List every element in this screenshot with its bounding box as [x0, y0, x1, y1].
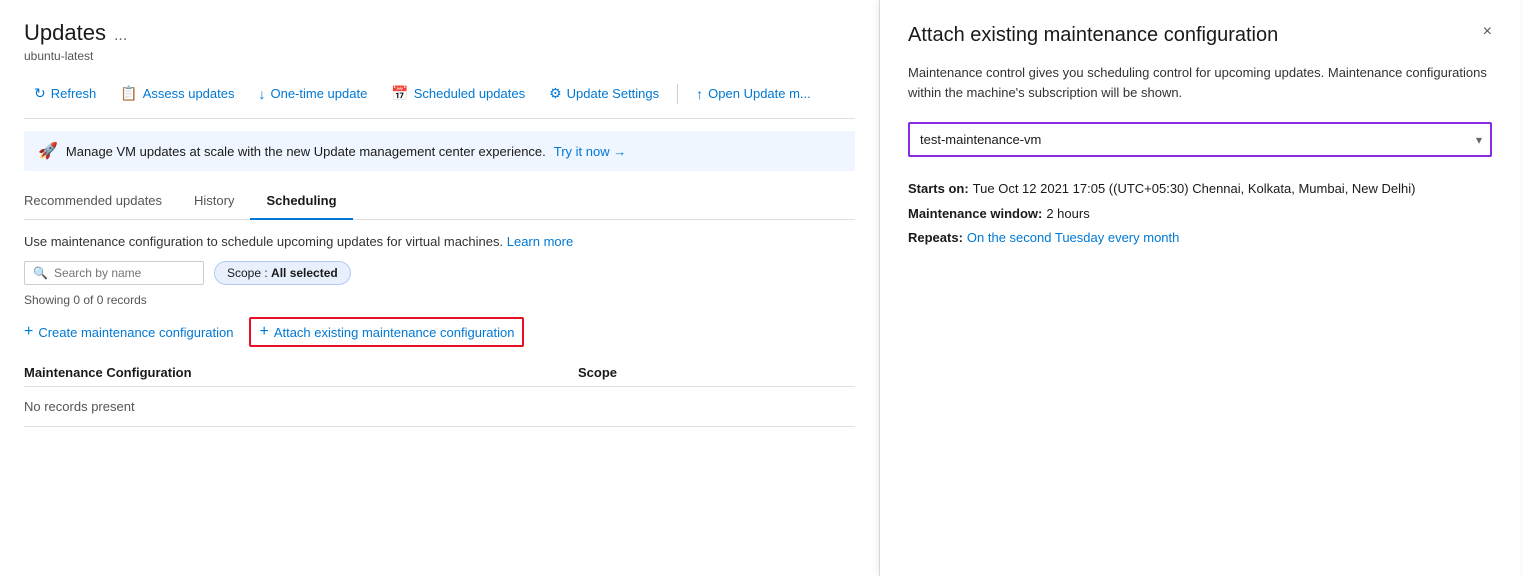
panel-description: Maintenance control gives you scheduling… — [908, 63, 1492, 102]
clipboard-icon: 📋 — [120, 85, 137, 102]
onetime-update-button[interactable]: ↓ One-time update — [248, 80, 377, 108]
section-description: Use maintenance configuration to schedul… — [24, 234, 855, 249]
filter-row: 🔍 Scope : All selected — [24, 261, 855, 285]
maintenance-window-row: Maintenance window: 2 hours — [908, 202, 1492, 227]
arrow-up-icon: ↑ — [696, 86, 703, 102]
gear-icon: ⚙ — [549, 85, 562, 102]
page-title: Updates — [24, 20, 106, 46]
update-settings-button[interactable]: ⚙ Update Settings — [539, 79, 669, 108]
repeats-value: On the second Tuesday every month — [967, 226, 1179, 251]
info-banner: 🚀 Manage VM updates at scale with the ne… — [24, 131, 855, 171]
scope-filter-badge[interactable]: Scope : All selected — [214, 261, 351, 285]
search-box[interactable]: 🔍 — [24, 261, 204, 285]
starts-on-value: Tue Oct 12 2021 17:05 ((UTC+05:30) Chenn… — [973, 177, 1416, 202]
panel-title: Attach existing maintenance configuratio… — [908, 24, 1483, 47]
try-it-now-link[interactable]: Try it now → — [554, 144, 626, 159]
starts-on-row: Starts on: Tue Oct 12 2021 17:05 ((UTC+0… — [908, 177, 1492, 202]
right-panel: Attach existing maintenance configuratio… — [880, 0, 1520, 576]
refresh-button[interactable]: ↻ Refresh — [24, 79, 106, 108]
rocket-icon: 🚀 — [38, 141, 58, 161]
repeats-label: Repeats: — [908, 226, 963, 251]
repeats-row: Repeats: On the second Tuesday every mon… — [908, 226, 1492, 251]
config-dropdown-row: test-maintenance-vm ▾ — [908, 122, 1492, 157]
download-icon: ↓ — [258, 86, 265, 102]
tab-recommended-updates[interactable]: Recommended updates — [24, 185, 178, 220]
plus-icon-attach: + — [259, 323, 268, 341]
open-update-manager-button[interactable]: ↑ Open Update m... — [686, 80, 821, 108]
tab-bar: Recommended updates History Scheduling — [24, 185, 855, 220]
refresh-icon: ↻ — [34, 85, 46, 102]
create-maintenance-config-button[interactable]: + Create maintenance configuration — [24, 323, 233, 341]
tab-history[interactable]: History — [178, 185, 250, 220]
maintenance-window-value: 2 hours — [1046, 202, 1089, 227]
col-header-scope: Scope — [578, 365, 855, 380]
toolbar-separator — [677, 84, 678, 104]
search-icon: 🔍 — [33, 266, 48, 280]
config-details: Starts on: Tue Oct 12 2021 17:05 ((UTC+0… — [908, 177, 1492, 251]
table-header: Maintenance Configuration Scope — [24, 359, 855, 387]
table-empty-message: No records present — [24, 387, 855, 427]
config-dropdown[interactable]: test-maintenance-vm — [908, 122, 1492, 157]
toolbar: ↻ Refresh 📋 Assess updates ↓ One-time up… — [24, 79, 855, 119]
starts-on-label: Starts on: — [908, 177, 969, 202]
attach-existing-config-button[interactable]: + Attach existing maintenance configurat… — [249, 317, 524, 347]
config-dropdown-wrapper: test-maintenance-vm ▾ — [908, 122, 1492, 157]
panel-header: Attach existing maintenance configuratio… — [908, 24, 1492, 47]
close-panel-button[interactable]: × — [1483, 24, 1492, 40]
left-panel: Updates ... ubuntu-latest ↻ Refresh 📋 As… — [0, 0, 880, 576]
learn-more-link[interactable]: Learn more — [507, 234, 573, 249]
records-count: Showing 0 of 0 records — [24, 293, 855, 307]
col-header-config: Maintenance Configuration — [24, 365, 578, 380]
maintenance-window-label: Maintenance window: — [908, 202, 1042, 227]
tab-scheduling[interactable]: Scheduling — [250, 185, 352, 220]
assess-updates-button[interactable]: 📋 Assess updates — [110, 79, 244, 108]
action-row: + Create maintenance configuration + Att… — [24, 317, 855, 347]
scheduled-updates-button[interactable]: 📅 Scheduled updates — [381, 79, 535, 108]
page-menu-trigger[interactable]: ... — [114, 27, 127, 45]
calendar-icon: 📅 — [391, 85, 408, 102]
search-input[interactable] — [54, 266, 195, 280]
page-subtitle: ubuntu-latest — [24, 49, 855, 63]
plus-icon: + — [24, 323, 33, 341]
